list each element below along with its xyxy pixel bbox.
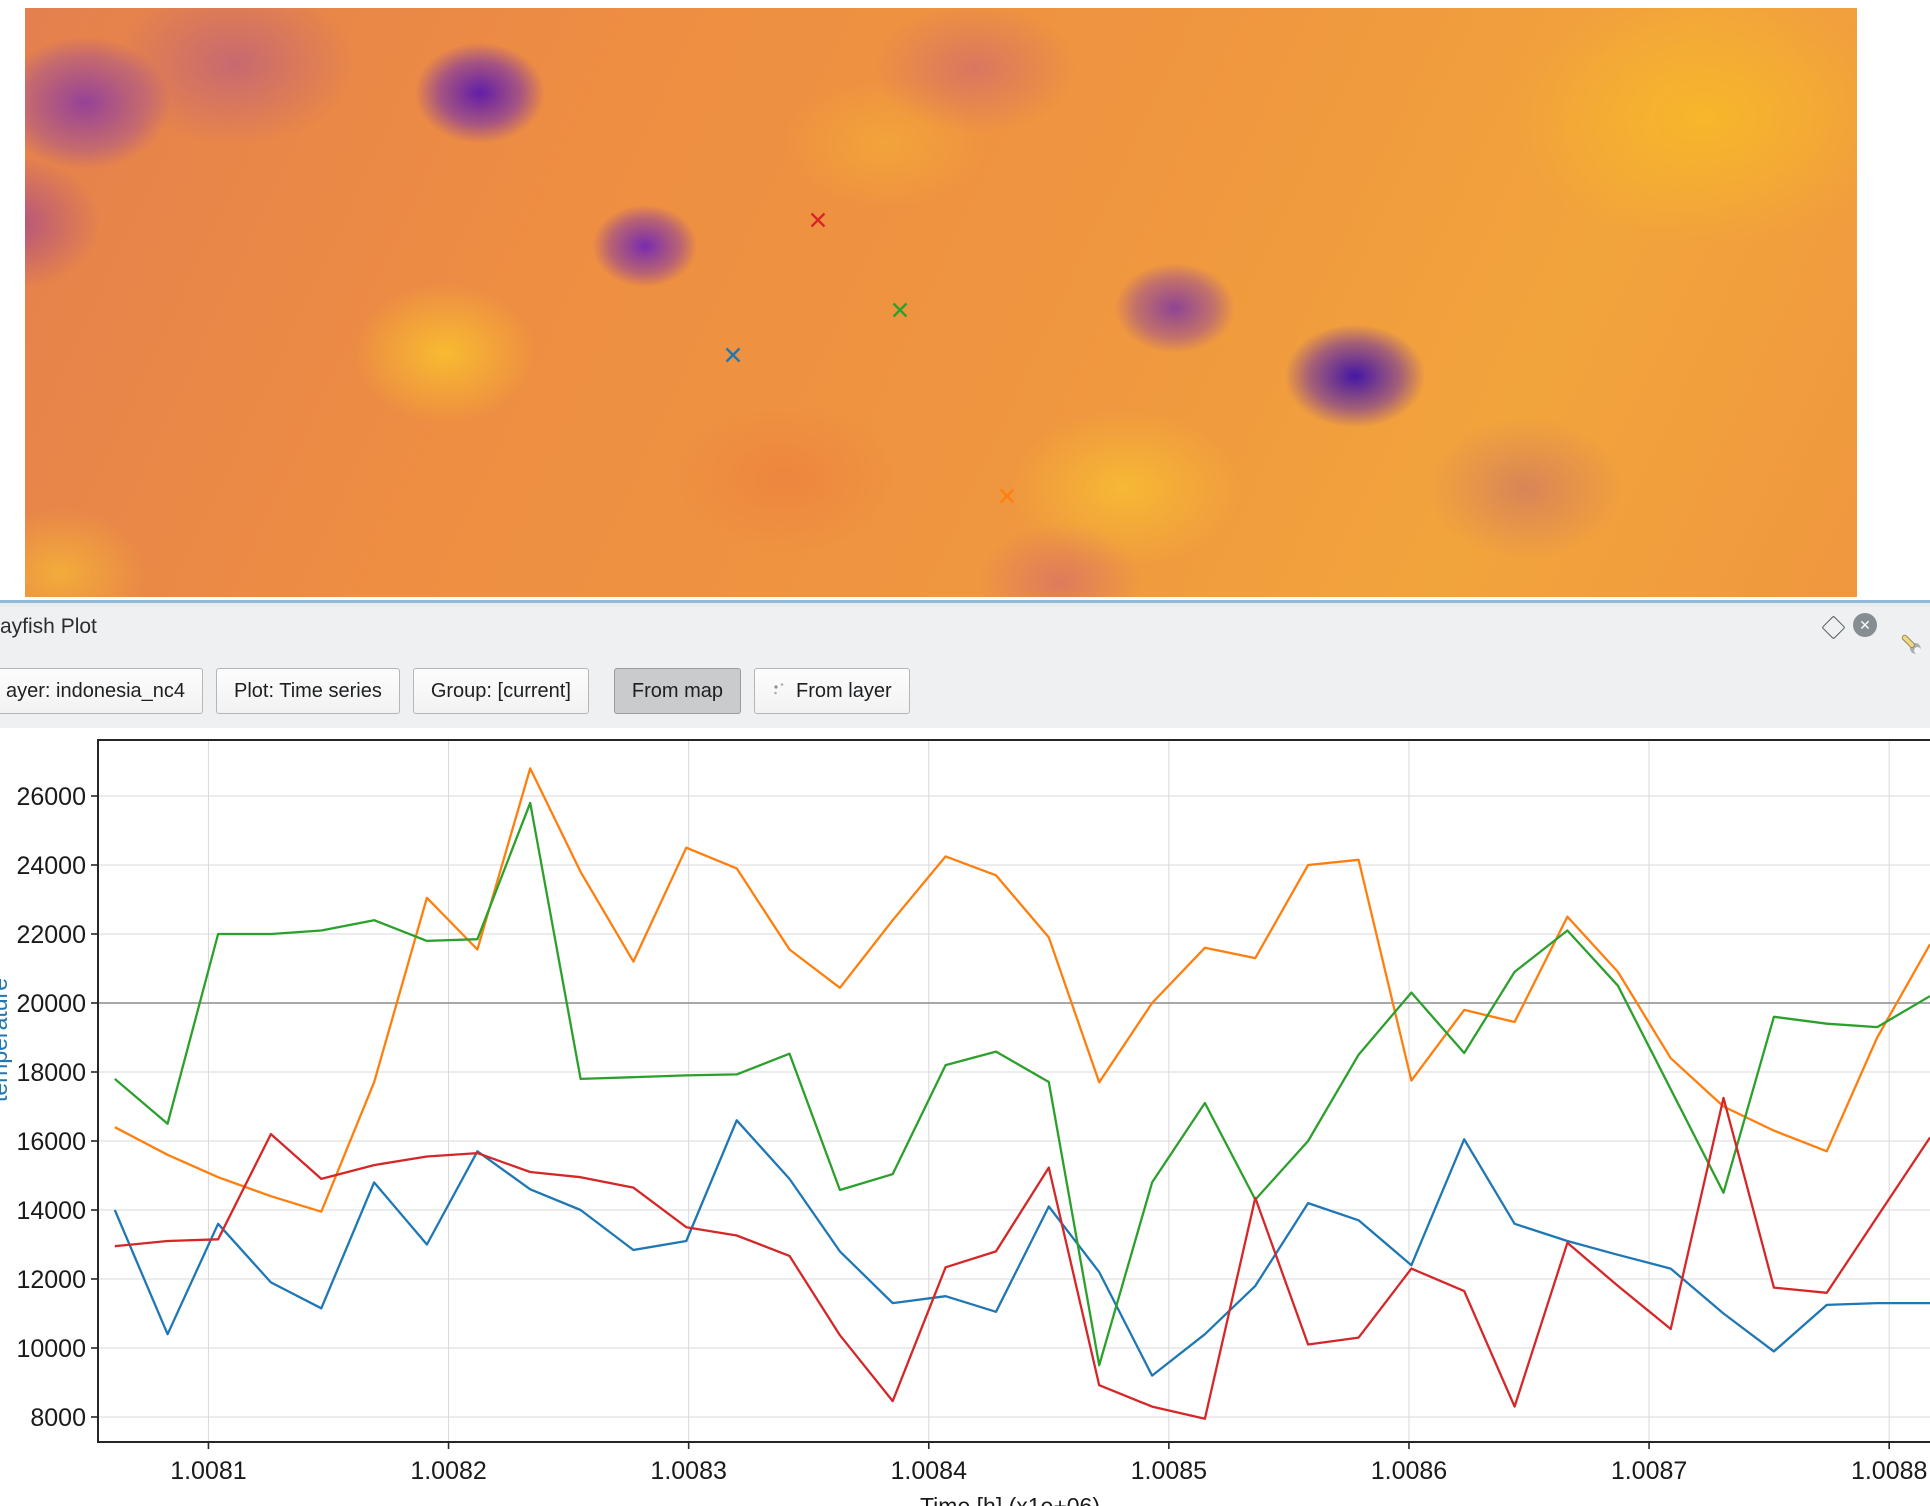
y-axis-title: temperature — [0, 978, 13, 1102]
toolbar-button-label: Group: [current] — [431, 680, 571, 703]
raster-heatmap-layer[interactable] — [25, 8, 1857, 597]
toolbar-button-ayer-indonesia-nc4[interactable]: ayer: indonesia_nc4 — [0, 668, 203, 714]
float-panel-icon[interactable] — [1821, 615, 1845, 639]
y-tick-label: 10000 — [16, 1335, 86, 1363]
toolbar-button-label: ayer: indonesia_nc4 — [6, 680, 185, 703]
wrench-settings-icon[interactable] — [1896, 629, 1924, 657]
y-tick-label: 14000 — [16, 1197, 86, 1225]
y-tick-label: 20000 — [16, 990, 86, 1018]
toolbar-button-label: From layer — [796, 680, 892, 703]
x-tick-label: 1.0086 — [1371, 1457, 1447, 1485]
green-point-series — [115, 803, 1930, 1365]
map-canvas[interactable] — [0, 0, 1930, 598]
x-tick-label: 1.0088 — [1851, 1457, 1927, 1485]
blue-point-series — [115, 1120, 1930, 1375]
x-tick-label: 1.0085 — [1131, 1457, 1207, 1485]
toolbar-button-label: Plot: Time series — [234, 680, 382, 703]
x-tick-label: 1.0082 — [410, 1457, 486, 1485]
toolbar-button-plot-time-series[interactable]: Plot: Time series — [216, 668, 400, 714]
y-tick-label: 26000 — [16, 783, 86, 811]
crayfish-plot-panel: ayfish Plot ✕ ayer: indonesia_nc4 Plot: T… — [0, 607, 1930, 1506]
orange-point-series — [115, 768, 1930, 1211]
y-tick-label: 12000 — [16, 1266, 86, 1294]
panel-titlebar[interactable]: ayfish Plot ✕ — [0, 607, 1930, 653]
chart-svg: 8000 10000 12000 14000 16000 18000 20000 22000 2… — [0, 728, 1930, 1506]
y-tick-label: 8000 — [30, 1404, 86, 1432]
y-tick-label: 16000 — [16, 1128, 86, 1156]
y-tick-label: 18000 — [16, 1059, 86, 1087]
x-tick-label: 1.0087 — [1611, 1457, 1687, 1485]
close-panel-icon[interactable]: ✕ — [1853, 613, 1877, 637]
x-tick-label: 1.0083 — [650, 1457, 726, 1485]
toolbar-button-label: From map — [632, 680, 723, 703]
x-tick-label: 1.0081 — [170, 1457, 246, 1485]
panel-splitter[interactable] — [0, 598, 1930, 607]
layer-points-icon — [772, 681, 788, 701]
plot-frame — [98, 740, 1930, 1442]
toolbar-button-from-layer[interactable]: From layer — [754, 668, 910, 714]
toolbar-button-from-map[interactable]: From map — [614, 668, 741, 714]
y-tick-label: 24000 — [16, 852, 86, 880]
x-tick-label: 1.0084 — [891, 1457, 968, 1485]
time-series-chart[interactable]: 8000 10000 12000 14000 16000 18000 20000 22000 2… — [0, 728, 1930, 1506]
plot-toolbar: ayer: indonesia_nc4 Plot: Time series Grou… — [0, 655, 1930, 727]
y-tick-label: 22000 — [16, 921, 86, 949]
toolbar-button-group-current-[interactable]: Group: [current] — [413, 668, 589, 714]
panel-title: ayfish Plot — [0, 615, 97, 639]
x-axis-title: Time [h] (x1e+06) — [920, 1493, 1100, 1506]
